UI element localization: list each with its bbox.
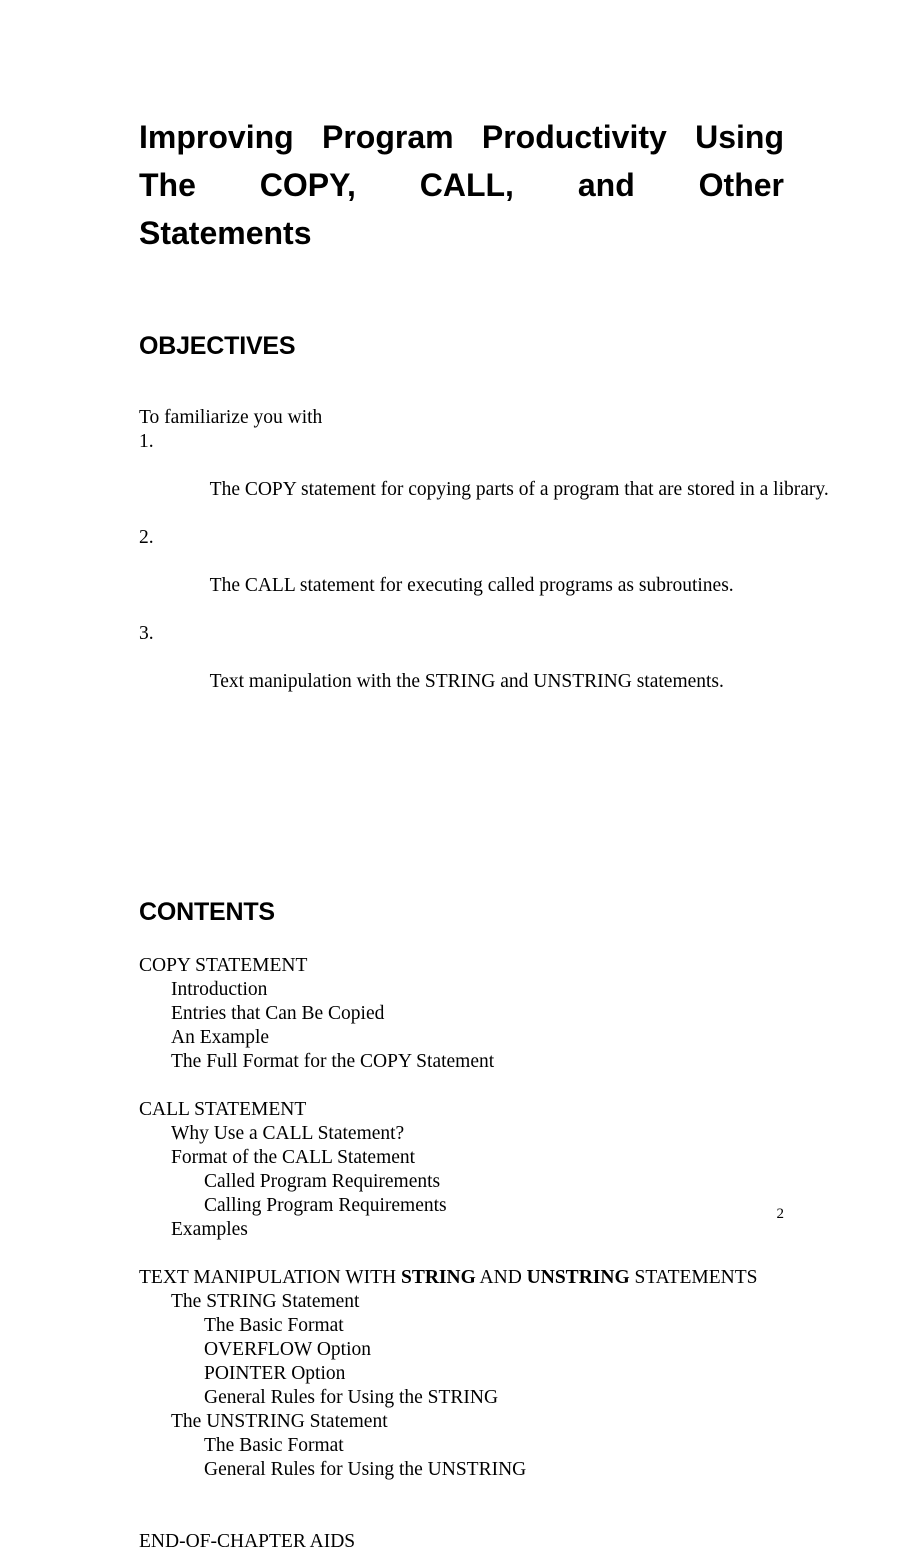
toc-entry[interactable]: Introduction — [139, 978, 784, 1002]
toc-entry[interactable]: OVERFLOW Option — [139, 1338, 784, 1362]
toc-entry-text: The Basic Format — [204, 1435, 344, 1456]
toc-entry-text: POINTER Option — [204, 1363, 346, 1384]
toc-entry[interactable]: CALL STATEMENT — [139, 1098, 784, 1122]
toc-entry-emphasis: STRING — [400, 1267, 476, 1288]
toc-entry-text: The Basic Format — [204, 1315, 344, 1336]
objectives-intro: To familiarize you with — [139, 407, 323, 428]
list-item-label: The COPY statement for copying parts of … — [209, 479, 829, 500]
toc-entry-text: Format of the CALL Statement — [171, 1147, 416, 1168]
page-number: 2 — [776, 1206, 785, 1222]
toc-entry[interactable]: Entries that Can Be Copied — [139, 1002, 784, 1026]
toc-entry-text: The Full Format for the COPY Statement — [171, 1051, 495, 1072]
list-item: 1. The COPY statement for copying parts … — [139, 430, 829, 526]
toc-entry[interactable]: An Example — [139, 1026, 784, 1050]
page-title-line-2: The COPY, CALL, and Other — [139, 167, 784, 203]
toc-entry-text: Entries that Can Be Copied — [171, 1003, 385, 1024]
toc-entry[interactable]: The Full Format for the COPY Statement — [139, 1050, 784, 1074]
toc-entry-text: An Example — [171, 1027, 270, 1048]
list-item-number: 3. — [139, 623, 154, 644]
toc-entry-text: COPY STATEMENT — [139, 955, 308, 976]
toc-entry[interactable]: The UNSTRING Statement — [139, 1410, 784, 1434]
page-title-line-1: Improving Program Productivity Using — [139, 119, 784, 155]
toc-entry[interactable]: The Basic Format — [139, 1314, 784, 1338]
toc-entry[interactable]: END-OF-CHAPTER AIDS — [139, 1530, 784, 1554]
toc-entry-text: Introduction — [171, 979, 268, 1000]
toc-entry[interactable]: Why Use a CALL Statement? — [139, 1122, 784, 1146]
toc-entry[interactable]: COPY STATEMENT — [139, 954, 784, 978]
list-item-label: Text manipulation with the STRING and UN… — [209, 671, 724, 692]
toc-entry-text: The UNSTRING Statement — [171, 1411, 388, 1432]
page-title-line-3: Statements — [139, 215, 312, 251]
toc-entry-text: General Rules for Using the UNSTRING — [204, 1459, 527, 1480]
toc-entry[interactable]: TEXT MANIPULATION WITH STRING AND UNSTRI… — [139, 1266, 784, 1290]
toc-spacer — [139, 1242, 784, 1266]
list-item-number: 2. — [139, 527, 154, 548]
page-title: Improving Program Productivity Using The… — [139, 0, 784, 257]
toc-entry-text: Called Program Requirements — [204, 1171, 441, 1192]
toc-entry[interactable]: Called Program Requirements — [139, 1170, 784, 1194]
document-page: Improving Program Productivity Using The… — [0, 0, 920, 1552]
toc-entry[interactable]: The STRING Statement — [139, 1290, 784, 1314]
page-content: Improving Program Productivity Using The… — [139, 0, 829, 1554]
toc-entry-text: TEXT MANIPULATION WITH — [139, 1267, 401, 1288]
toc-spacer — [139, 1506, 784, 1530]
toc-entry-text: CALL STATEMENT — [139, 1099, 307, 1120]
objectives-heading: OBJECTIVES — [139, 332, 296, 360]
list-item-number: 1. — [139, 431, 154, 452]
toc-entry[interactable]: POINTER Option — [139, 1362, 784, 1386]
toc-entry[interactable]: General Rules for Using the STRING — [139, 1386, 784, 1410]
toc-entry[interactable]: Format of the CALL Statement — [139, 1146, 784, 1170]
toc-entry-text: AND — [475, 1267, 527, 1288]
toc-entry-text: END-OF-CHAPTER AIDS — [139, 1531, 356, 1552]
toc-entry[interactable]: The Basic Format — [139, 1434, 784, 1458]
toc-spacer — [139, 1074, 784, 1098]
list-item: 3. Text manipulation with the STRING and… — [139, 622, 784, 718]
table-of-contents: COPY STATEMENT Introduction Entries that C… — [139, 927, 784, 1554]
toc-spacer — [139, 1482, 784, 1506]
toc-entry-text: Why Use a CALL Statement? — [171, 1123, 405, 1144]
contents-heading: CONTENTS — [139, 898, 275, 926]
list-item-label: The CALL statement for executing called … — [209, 575, 734, 596]
toc-entry-text: STATEMENTS — [629, 1267, 758, 1288]
list-item: 2. The CALL statement for executing call… — [139, 526, 784, 622]
toc-entry-text: OVERFLOW Option — [204, 1339, 372, 1360]
toc-entry[interactable]: General Rules for Using the UNSTRING — [139, 1458, 784, 1482]
toc-entry-emphasis: UNSTRING — [526, 1267, 630, 1288]
toc-entry-text: General Rules for Using the STRING — [204, 1387, 499, 1408]
objectives-list: 1. The COPY statement for copying parts … — [139, 430, 829, 718]
